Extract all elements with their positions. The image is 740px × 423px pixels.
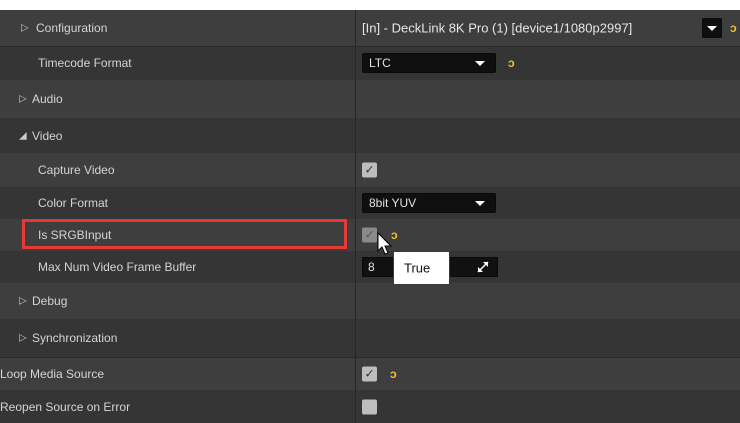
chevron-down-icon bbox=[475, 201, 485, 206]
capture-video-label: Capture Video bbox=[38, 163, 115, 177]
timecode-format-label: Timecode Format bbox=[38, 56, 132, 70]
reset-to-default-icon[interactable]: ↄ bbox=[730, 21, 737, 35]
loop-media-source-label: Loop Media Source bbox=[0, 366, 105, 381]
reopen-source-on-error-label: Reopen Source on Error bbox=[0, 399, 131, 414]
configuration-dropdown[interactable] bbox=[702, 18, 722, 38]
row-timecode-format: Timecode Format LTC ↄ bbox=[0, 46, 740, 80]
audio-label: Audio bbox=[32, 92, 63, 106]
row-reopen-source-on-error: Reopen Source on Error bbox=[0, 390, 740, 423]
row-loop-media-source: Loop Media Source ✓ ↄ bbox=[0, 357, 740, 390]
row-debug: ▷ Debug bbox=[0, 283, 740, 319]
row-configuration: ▷ Configuration [In] - DeckLink 8K Pro (… bbox=[0, 10, 740, 46]
capture-video-checkbox[interactable]: ✓ bbox=[362, 162, 377, 178]
row-color-format: Color Format 8bit YUV bbox=[0, 187, 740, 219]
mouse-cursor-icon bbox=[377, 232, 393, 255]
expand-arrow-icon[interactable]: ▷ bbox=[19, 94, 27, 105]
loop-media-source-checkbox[interactable]: ✓ bbox=[362, 366, 377, 381]
is-srgb-input-checkbox[interactable]: ✓ bbox=[362, 227, 377, 243]
timecode-format-dropdown[interactable]: LTC bbox=[362, 53, 496, 73]
configuration-label: Configuration bbox=[36, 21, 108, 35]
synchronization-label: Synchronization bbox=[32, 331, 118, 345]
row-capture-video: Capture Video ✓ bbox=[0, 153, 740, 187]
row-synchronization: ▷ Synchronization bbox=[0, 319, 740, 357]
expand-arrow-icon[interactable]: ▷ bbox=[19, 296, 27, 307]
configuration-value: [In] - DeckLink 8K Pro (1) [device1/1080… bbox=[362, 20, 633, 36]
max-num-video-frame-buffer-label: Max Num Video Frame Buffer bbox=[38, 260, 197, 274]
tooltip: True bbox=[393, 251, 450, 285]
row-audio: ▷ Audio bbox=[0, 80, 740, 118]
collapse-arrow-icon[interactable]: ◢ bbox=[19, 130, 27, 141]
row-video: ◢ Video bbox=[0, 118, 740, 153]
expand-arrow-icon[interactable]: ▷ bbox=[21, 23, 29, 34]
details-panel: ▷ Configuration [In] - DeckLink 8K Pro (… bbox=[0, 0, 740, 423]
row-max-num-video-frame-buffer: Max Num Video Frame Buffer 8 bbox=[0, 251, 740, 283]
color-format-label: Color Format bbox=[38, 196, 109, 210]
chevron-down-icon bbox=[707, 26, 717, 31]
video-label: Video bbox=[32, 128, 63, 143]
expand-arrow-icon[interactable]: ▷ bbox=[19, 333, 27, 344]
color-format-dropdown[interactable]: 8bit YUV bbox=[362, 193, 496, 213]
resize-icon[interactable] bbox=[477, 261, 489, 273]
annotation-highlight-box bbox=[22, 219, 347, 249]
reset-to-default-icon[interactable]: ↄ bbox=[508, 56, 515, 70]
reopen-source-on-error-checkbox[interactable] bbox=[362, 399, 377, 414]
chevron-down-icon bbox=[475, 61, 485, 66]
reset-to-default-icon[interactable]: ↄ bbox=[390, 367, 397, 381]
debug-label: Debug bbox=[32, 294, 68, 308]
